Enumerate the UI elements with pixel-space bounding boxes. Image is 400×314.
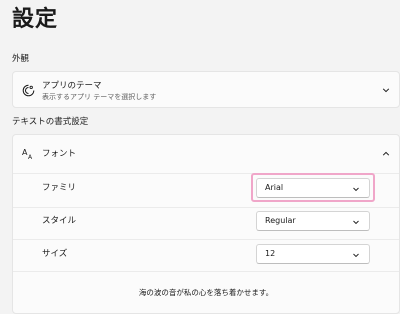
font-expander-title: フォント (42, 149, 77, 159)
divider (13, 207, 399, 208)
page-title: 設定 (12, 7, 59, 32)
font-expander-header[interactable]: A A フォント (13, 135, 399, 173)
font-preview-text: 海の波の音が私の心を落ち着かせます。 (138, 288, 274, 297)
font-size-label: サイズ (42, 249, 68, 259)
divider (13, 239, 399, 240)
chevron-up-icon[interactable] (382, 150, 390, 158)
font-size-dropdown[interactable]: 12 (256, 244, 370, 264)
theme-setting-card[interactable]: アプリのテーマ 表示するアプリ テーマを選択します (12, 71, 400, 108)
theme-setting-title: アプリのテーマ (42, 81, 102, 91)
divider (13, 271, 399, 272)
chevron-down-icon[interactable] (382, 86, 390, 94)
font-family-label: ファミリ (42, 183, 77, 193)
theme-setting-subtitle: 表示するアプリ テーマを選択します (42, 93, 157, 101)
font-size-icon: A A (22, 148, 33, 160)
font-style-label: スタイル (42, 216, 77, 226)
svg-text:A: A (28, 154, 33, 160)
font-family-dropdown[interactable]: Arial (256, 178, 370, 198)
font-size-value: 12 (265, 249, 276, 258)
chevron-down-icon (353, 187, 359, 192)
brush-icon (22, 84, 35, 97)
chevron-down-icon (353, 253, 359, 258)
font-style-value: Regular (265, 216, 296, 225)
chevron-down-icon (353, 220, 359, 225)
font-family-value: Arial (265, 183, 284, 192)
section-label-text-format: テキストの書式設定 (12, 117, 89, 127)
section-label-appearance: 外観 (12, 54, 30, 64)
font-style-dropdown[interactable]: Regular (256, 211, 370, 231)
